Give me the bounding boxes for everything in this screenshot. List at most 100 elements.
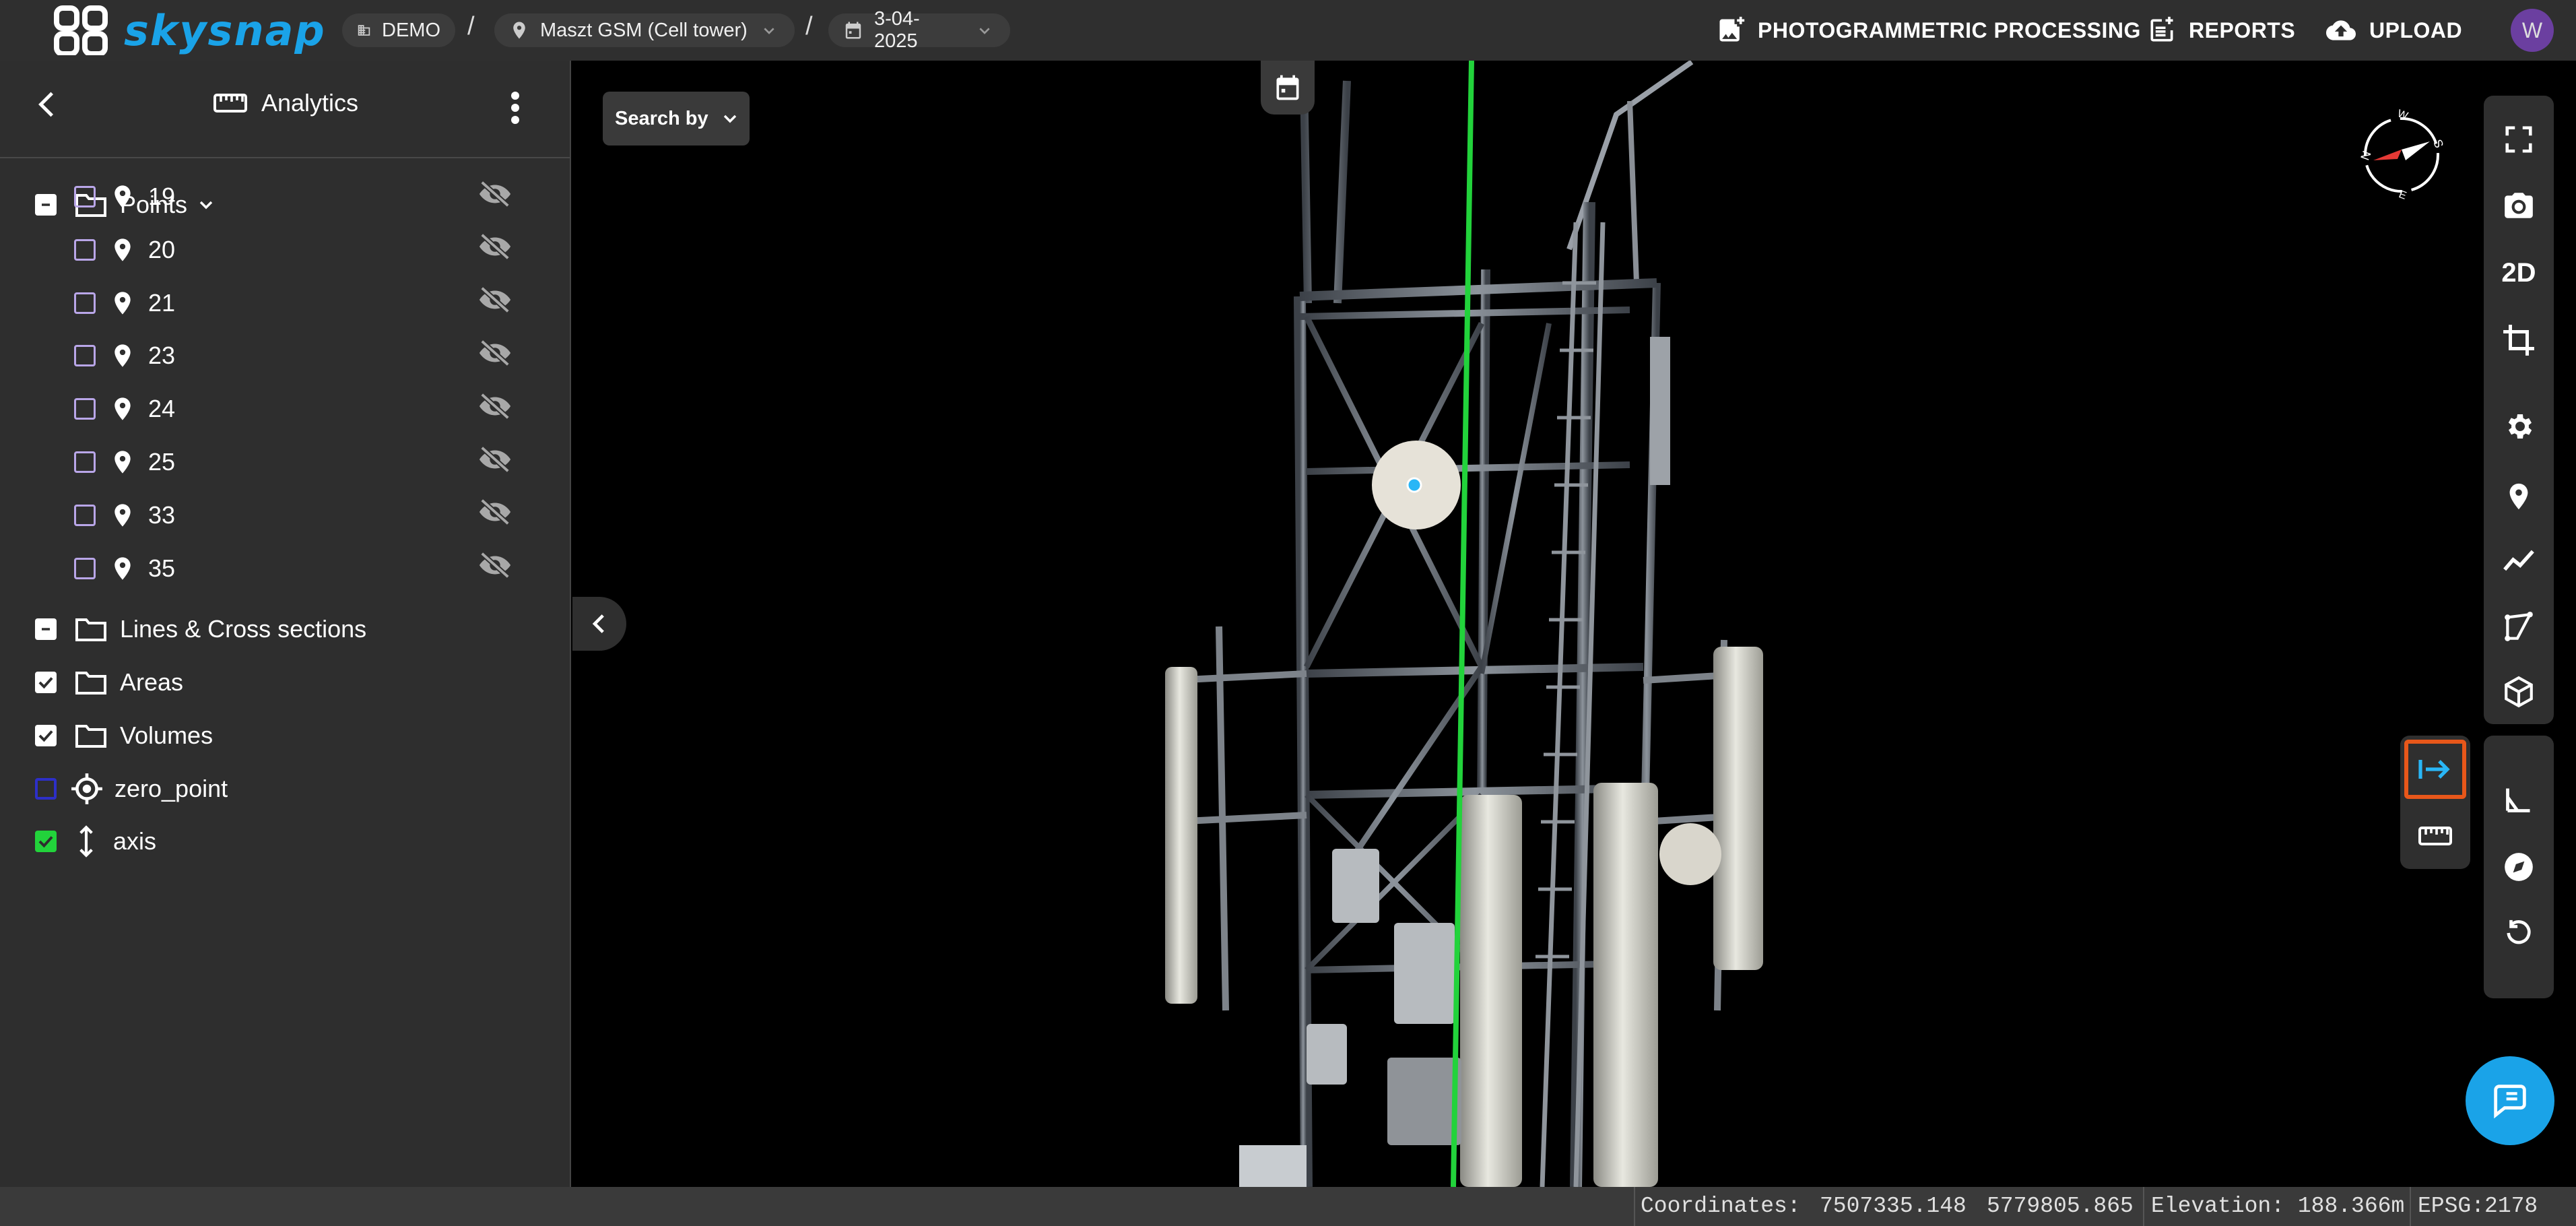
- point-item-21[interactable]: 21: [74, 282, 559, 324]
- visibility-toggle[interactable]: [478, 392, 512, 426]
- horizontal-distance-button[interactable]: [2404, 740, 2466, 799]
- analytics-sidebar: Analytics Points 19 20 21 23 24 25 33 35 Lines & …: [0, 61, 571, 1187]
- point-label: 23: [148, 342, 176, 370]
- point-item-23[interactable]: 23: [74, 335, 559, 377]
- fullscreen-button[interactable]: [2484, 109, 2554, 170]
- breadcrumb-project[interactable]: Maszt GSM (Cell tower): [494, 13, 795, 47]
- compass-icon: [2505, 853, 2533, 881]
- timeline-button[interactable]: [1261, 61, 1315, 115]
- point-item-20[interactable]: 20: [74, 229, 559, 271]
- visibility-toggle[interactable]: [478, 180, 512, 214]
- cloud-upload-icon: [2326, 20, 2356, 40]
- location-pin-icon: [2509, 483, 2528, 510]
- point-checkbox[interactable]: [74, 557, 96, 579]
- point-checkbox[interactable]: [74, 504, 96, 526]
- point-checkbox[interactable]: [74, 238, 96, 261]
- point-item-19[interactable]: 19: [74, 176, 559, 218]
- camera-icon: [2505, 193, 2533, 218]
- photogrammetric-processing-button[interactable]: PHOTOGRAMMETRIC PROCESSING: [1716, 12, 2141, 49]
- visibility-toggle[interactable]: [478, 551, 512, 585]
- chevron-left-icon: [592, 614, 604, 633]
- navigation-button[interactable]: [2484, 837, 2554, 897]
- polyline-button[interactable]: [2484, 531, 2554, 591]
- brand-name: skysnap: [124, 5, 326, 55]
- breadcrumb-org[interactable]: DEMO: [342, 13, 455, 47]
- point-checkbox[interactable]: [74, 398, 96, 420]
- more-vert-icon[interactable]: [505, 88, 525, 128]
- hidden-eye-off-icon: [479, 392, 511, 420]
- point-checkbox[interactable]: [74, 292, 96, 314]
- zero-point-item[interactable]: zero_point: [35, 768, 228, 810]
- upload-button[interactable]: UPLOAD: [2325, 12, 2462, 49]
- 2d-mode-button[interactable]: 2D: [2484, 243, 2554, 303]
- visibility-toggle[interactable]: [478, 498, 512, 531]
- chat-support-button[interactable]: [2466, 1056, 2554, 1145]
- point-checkbox[interactable]: [74, 451, 96, 473]
- ruler-measure-button[interactable]: [2400, 806, 2470, 866]
- add-photo-icon: [1719, 16, 1745, 42]
- building-icon: [358, 25, 370, 36]
- polygon-button[interactable]: [2484, 597, 2554, 657]
- search-by-dropdown[interactable]: Search by: [603, 92, 750, 146]
- point-cloud-tower: [1165, 61, 1763, 1187]
- skysnap-logo[interactable]: skysnap: [54, 5, 326, 55]
- visibility-toggle[interactable]: [478, 445, 512, 479]
- axis-item[interactable]: axis: [35, 820, 156, 862]
- breadcrumb-org-label: DEMO: [382, 19, 440, 41]
- visibility-toggle[interactable]: [478, 233, 512, 266]
- axis-checkbox[interactable]: [35, 831, 57, 852]
- vertical-arrows-icon: [79, 825, 93, 858]
- partial-checkbox[interactable]: [35, 194, 57, 216]
- areas-folder[interactable]: Areas: [35, 662, 183, 703]
- measure-tools-group: [2484, 736, 2554, 998]
- 3d-viewport[interactable]: N S W E 2D: [572, 61, 2576, 1187]
- photogrammetric-processing-label: PHOTOGRAMMETRIC PROCESSING: [1758, 18, 2141, 42]
- crop-button[interactable]: [2484, 310, 2554, 370]
- reset-view-button[interactable]: [2484, 903, 2554, 963]
- visibility-toggle[interactable]: [478, 339, 512, 373]
- point-item-25[interactable]: 25: [74, 441, 559, 483]
- polyline-icon: [2503, 550, 2534, 571]
- location-pin-icon: [114, 504, 131, 527]
- settings-button[interactable]: [2484, 396, 2554, 457]
- point-label: 24: [148, 395, 176, 423]
- distance-tools-flyout: [2400, 736, 2470, 869]
- hidden-eye-off-icon: [479, 286, 511, 314]
- volume-button[interactable]: [2484, 662, 2554, 722]
- checked-checkbox[interactable]: [35, 725, 57, 746]
- chevron-down-icon: [723, 115, 736, 123]
- compass-icon: N S W E: [2358, 108, 2446, 202]
- visibility-toggle[interactable]: [478, 286, 512, 319]
- point-checkbox[interactable]: [74, 186, 96, 207]
- point-item-35[interactable]: 35: [74, 548, 559, 589]
- partial-checkbox[interactable]: [35, 618, 57, 640]
- post-add-icon: [2150, 16, 2173, 42]
- point-checkbox[interactable]: [74, 345, 96, 367]
- add-point-button[interactable]: [2484, 466, 2554, 527]
- ruler-icon: [2418, 827, 2452, 845]
- volumes-folder-label: Volumes: [120, 721, 213, 749]
- user-avatar[interactable]: W: [2511, 9, 2554, 52]
- volumes-folder[interactable]: Volumes: [35, 715, 213, 756]
- breadcrumb-date[interactable]: 3-04-2025: [828, 8, 1010, 52]
- folder-icon: [75, 725, 106, 748]
- point-item-33[interactable]: 33: [74, 494, 559, 536]
- checked-checkbox[interactable]: [35, 672, 57, 693]
- screenshot-button[interactable]: [2484, 175, 2554, 236]
- lines-cross-sections-folder[interactable]: Lines & Cross sections: [35, 608, 366, 650]
- back-arrow-icon[interactable]: [31, 88, 65, 121]
- point-label: 19: [148, 183, 176, 210]
- analysis-tools-group: [2484, 391, 2554, 724]
- calendar-icon: [1276, 75, 1299, 100]
- angle-measure-button[interactable]: [2484, 769, 2554, 830]
- point-item-24[interactable]: 24: [74, 388, 559, 430]
- polygon-icon: [2505, 612, 2533, 641]
- reports-button[interactable]: REPORTS: [2147, 12, 2295, 49]
- areas-folder-label: Areas: [120, 668, 184, 696]
- collapse-sidebar-button[interactable]: [572, 597, 626, 651]
- rotate-icon: [2507, 920, 2531, 944]
- zero-point-checkbox[interactable]: [35, 778, 57, 800]
- compass-widget[interactable]: N S W E: [2354, 108, 2449, 202]
- selected-point-marker[interactable]: [1406, 477, 1422, 493]
- folder-icon: [75, 672, 106, 695]
